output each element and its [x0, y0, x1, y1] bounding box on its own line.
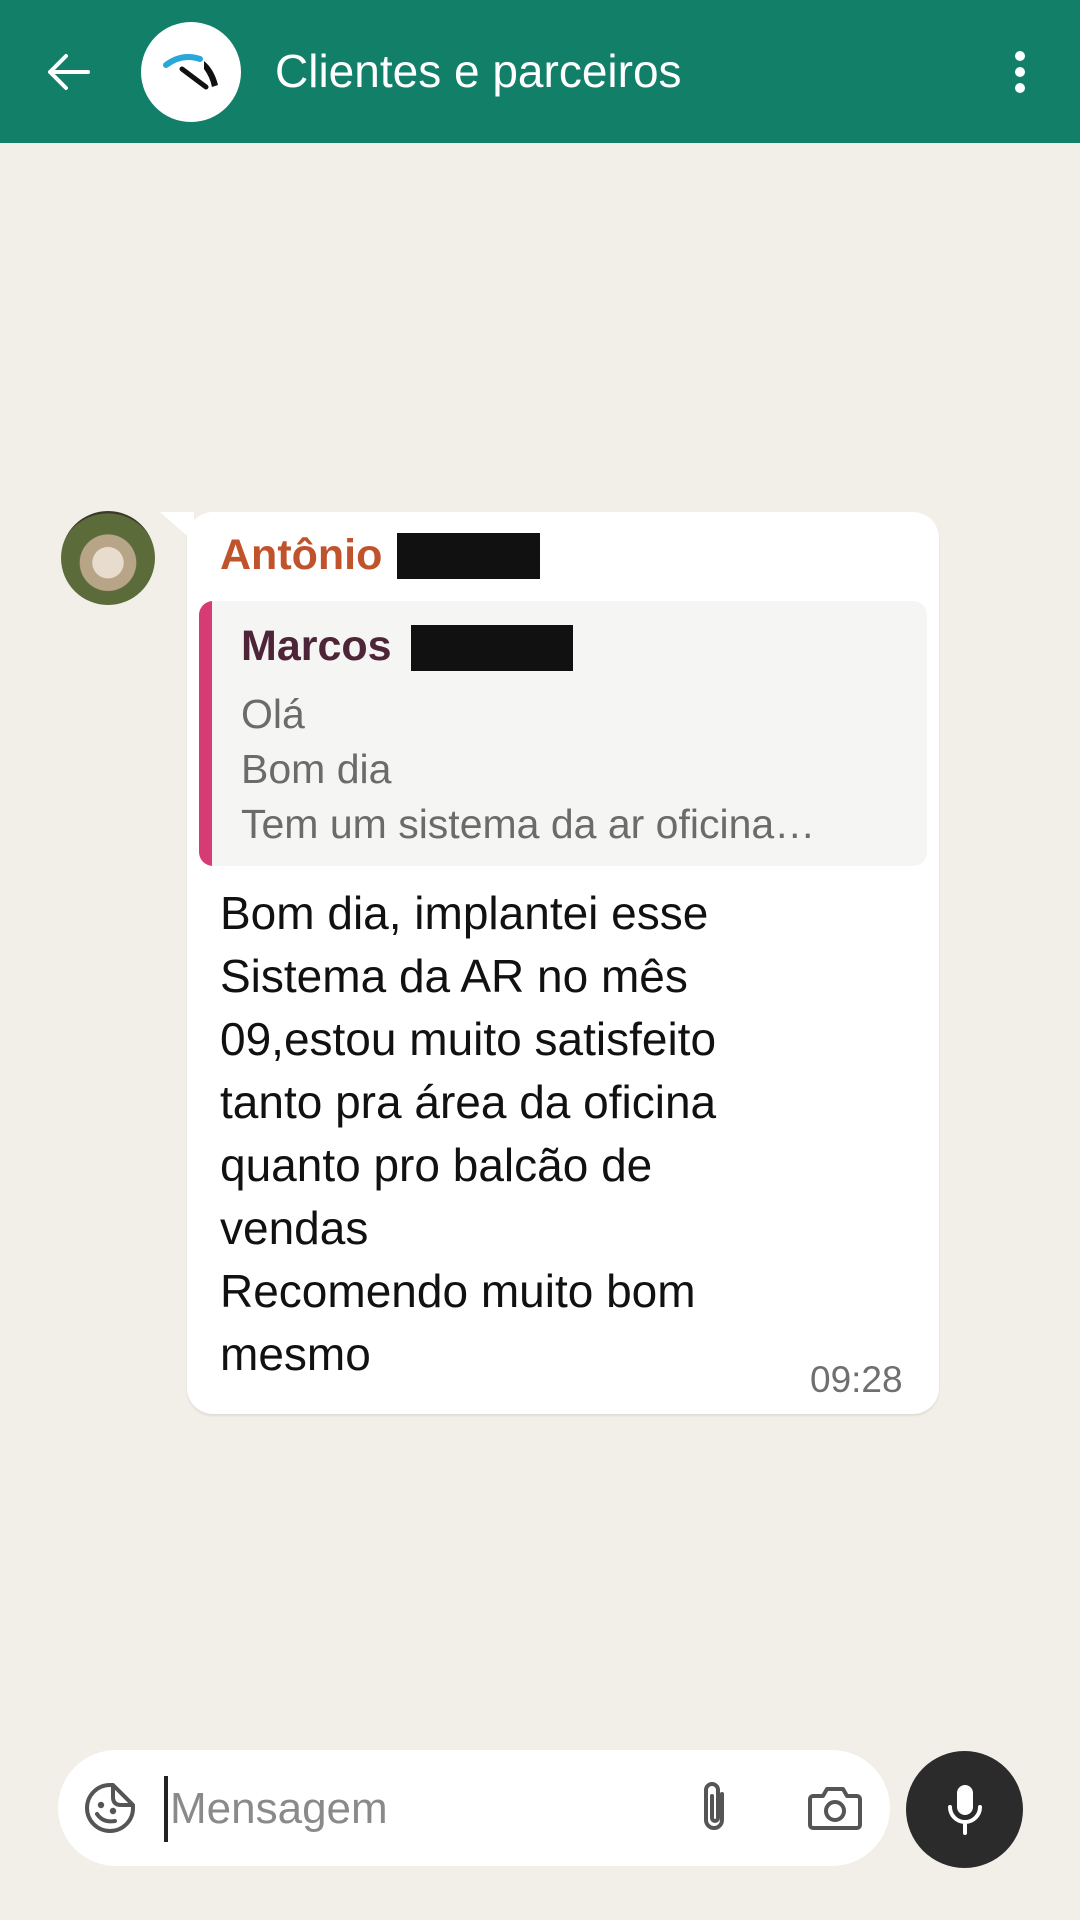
message-timestamp: 09:28 [810, 1359, 903, 1400]
message-input[interactable] [164, 1776, 672, 1842]
sticker-emoji-icon [85, 1783, 135, 1833]
message-text-line: Bom dia, implantei esse [220, 887, 709, 939]
chat-header: Clientes e parceiros [0, 0, 1080, 143]
message-text-line: vendas [220, 1202, 369, 1254]
attach-button[interactable] [688, 1778, 740, 1838]
chat-title[interactable]: Clientes e parceiros [275, 42, 682, 100]
sender-name[interactable]: Antônio [220, 527, 382, 583]
quoted-line: Tem um sistema da ar oficina… [241, 801, 816, 847]
message-text-line: mesmo [220, 1328, 371, 1380]
overflow-menu-button[interactable] [996, 42, 1044, 102]
paperclip-icon [704, 1782, 724, 1830]
quote-accent-bar [199, 601, 212, 866]
group-avatar[interactable] [141, 22, 241, 122]
redaction-bar [411, 625, 573, 671]
back-button[interactable] [38, 42, 98, 102]
sender-avatar[interactable] [61, 511, 155, 605]
quoted-author: Marcos [241, 622, 392, 670]
speedometer-logo-icon [163, 54, 218, 90]
camera-button[interactable] [806, 1782, 864, 1834]
microphone-icon [947, 1784, 982, 1835]
quoted-line: Bom dia [241, 746, 392, 792]
message-text-line: Sistema da AR no mês [220, 950, 688, 1002]
camera-icon [808, 1787, 862, 1830]
voice-message-button[interactable] [906, 1751, 1023, 1868]
message-text-line: tanto pra área da oficina [220, 1076, 717, 1128]
message-text-line: quanto pro balcão de [220, 1139, 653, 1191]
redaction-bar [397, 533, 540, 579]
message-text-line: Recomendo muito bom [220, 1265, 696, 1317]
emoji-button[interactable] [82, 1780, 138, 1836]
arrow-left-icon [48, 54, 90, 90]
more-vertical-icon [1015, 51, 1025, 93]
quoted-line: Olá [241, 691, 305, 737]
message-text-line: 09,estou muito satisfeito [220, 1013, 717, 1065]
quoted-message[interactable]: Marcos Olá Bom dia Tem um sistema da ar … [199, 601, 927, 866]
